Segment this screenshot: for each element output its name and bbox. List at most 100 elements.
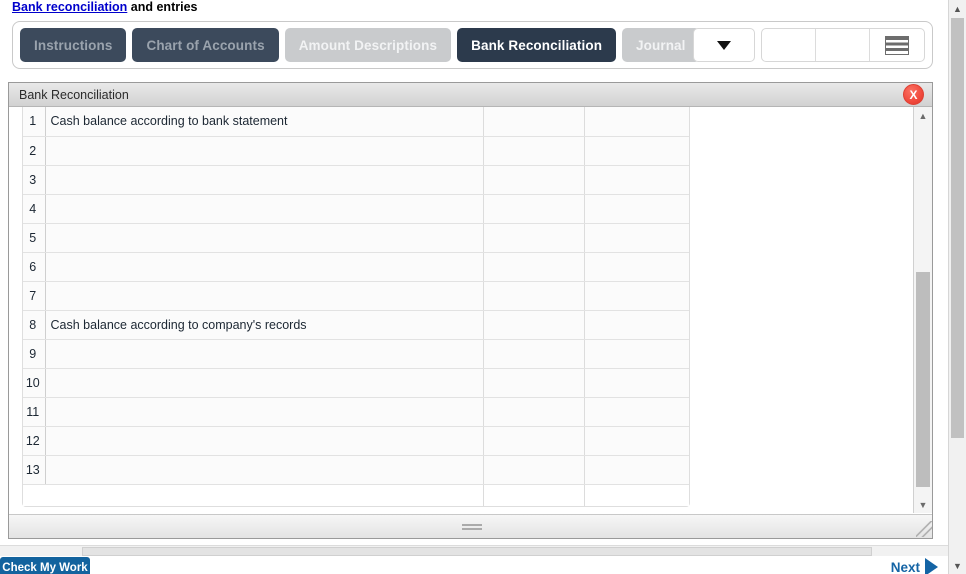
- cell-description[interactable]: [45, 426, 485, 456]
- row-number: 9: [23, 339, 46, 369]
- tab-group: Instructions Chart of Accounts Amount De…: [20, 28, 700, 62]
- page-title-link[interactable]: Bank reconciliation: [12, 0, 127, 14]
- table-row: 13: [23, 455, 689, 485]
- panel-body: 1 Cash balance according to bank statemen…: [9, 107, 932, 538]
- page-title: Bank reconciliation and entries: [12, 0, 197, 14]
- tab-instructions[interactable]: Instructions: [20, 28, 127, 62]
- cell-amount-2[interactable]: [584, 165, 689, 195]
- browser-scroll-up-icon[interactable]: ▲: [949, 0, 966, 17]
- spacer-cell: [483, 484, 586, 506]
- chevron-down-icon: [717, 40, 731, 50]
- table-row: 1 Cash balance according to bank statemen…: [23, 107, 689, 137]
- page-title-rest: and entries: [127, 0, 198, 14]
- row-number: 7: [23, 281, 46, 311]
- toolbar-blank-button-2[interactable]: [816, 29, 870, 61]
- cell-amount-2[interactable]: [584, 107, 689, 137]
- cell-amount-2[interactable]: [584, 455, 689, 485]
- cell-amount-2[interactable]: [584, 368, 689, 398]
- cell-amount-1[interactable]: [483, 223, 586, 253]
- panel-resize-bar[interactable]: [9, 514, 932, 538]
- cell-amount-1[interactable]: [483, 252, 586, 282]
- cell-amount-1[interactable]: [483, 397, 586, 427]
- toolbar-blank-button-1[interactable]: [762, 29, 816, 61]
- spreadsheet-body: 1 Cash balance according to bank statemen…: [23, 107, 689, 506]
- cell-description[interactable]: [45, 281, 485, 311]
- cell-description[interactable]: [45, 368, 485, 398]
- row-number: 12: [23, 426, 46, 456]
- page-hscroll-thumb[interactable]: [82, 547, 872, 556]
- browser-vertical-scrollbar[interactable]: ▲ ▼: [948, 0, 966, 574]
- next-button-label: Next: [890, 559, 920, 574]
- panel-titlebar: Bank Reconciliation X: [9, 83, 932, 107]
- table-spacer-row: [23, 484, 689, 506]
- tab-chart-of-accounts[interactable]: Chart of Accounts: [132, 28, 279, 62]
- cell-amount-1[interactable]: [483, 165, 586, 195]
- cell-description[interactable]: [45, 136, 485, 166]
- arrow-right-icon: [925, 558, 938, 574]
- cell-description[interactable]: [45, 223, 485, 253]
- cell-description[interactable]: [45, 194, 485, 224]
- cell-amount-2[interactable]: [584, 281, 689, 311]
- table-row: 12: [23, 426, 689, 456]
- table-row: 7: [23, 281, 689, 311]
- tab-bar: Instructions Chart of Accounts Amount De…: [12, 21, 933, 69]
- check-my-work-button[interactable]: Check My Work: [0, 557, 90, 574]
- cell-amount-1[interactable]: [483, 426, 586, 456]
- panel-vertical-scrollbar[interactable]: ▲ ▼: [913, 107, 932, 513]
- close-icon[interactable]: X: [903, 84, 924, 105]
- cell-amount-1[interactable]: [483, 339, 586, 369]
- cell-amount-2[interactable]: [584, 194, 689, 224]
- cell-description[interactable]: Cash balance according to company's reco…: [45, 310, 485, 340]
- cell-amount-2[interactable]: [584, 310, 689, 340]
- cell-amount-2[interactable]: [584, 136, 689, 166]
- cell-description[interactable]: [45, 165, 485, 195]
- app-screen: Bank reconciliation and entries Instruct…: [0, 0, 966, 574]
- table-row: 6: [23, 252, 689, 282]
- spacer-cell: [45, 484, 485, 506]
- cell-amount-2[interactable]: [584, 397, 689, 427]
- cell-amount-1[interactable]: [483, 194, 586, 224]
- resize-corner-icon[interactable]: [916, 521, 932, 537]
- cell-description[interactable]: Cash balance according to bank statement: [45, 107, 485, 137]
- cell-description[interactable]: [45, 397, 485, 427]
- scroll-down-arrow-icon[interactable]: ▼: [914, 496, 932, 513]
- row-number: 11: [23, 397, 46, 427]
- next-button[interactable]: Next: [891, 558, 938, 574]
- cell-amount-1[interactable]: [483, 368, 586, 398]
- browser-scroll-thumb[interactable]: [951, 18, 964, 438]
- page-horizontal-scrollbar[interactable]: [0, 545, 948, 556]
- tab-amount-descriptions[interactable]: Amount Descriptions: [284, 28, 452, 62]
- toolbar-controls: [693, 28, 925, 62]
- cell-amount-1[interactable]: [483, 107, 586, 137]
- table-row: 11: [23, 397, 689, 427]
- table-row: 9: [23, 339, 689, 369]
- cell-amount-2[interactable]: [584, 426, 689, 456]
- cell-amount-2[interactable]: [584, 223, 689, 253]
- cell-amount-1[interactable]: [483, 455, 586, 485]
- cell-amount-1[interactable]: [483, 136, 586, 166]
- row-number: 3: [23, 165, 46, 195]
- cell-description[interactable]: [45, 252, 485, 282]
- toolbar-button-group: [761, 28, 925, 62]
- spreadsheet: 1 Cash balance according to bank statemen…: [22, 107, 690, 507]
- cell-amount-2[interactable]: [584, 339, 689, 369]
- cell-amount-2[interactable]: [584, 252, 689, 282]
- scroll-thumb[interactable]: [916, 272, 930, 487]
- toolbar-menu-button[interactable]: [870, 29, 924, 61]
- cell-description[interactable]: [45, 455, 485, 485]
- cell-description[interactable]: [45, 339, 485, 369]
- table-row: 2: [23, 136, 689, 166]
- scroll-up-arrow-icon[interactable]: ▲: [914, 107, 932, 124]
- cell-amount-1[interactable]: [483, 281, 586, 311]
- tab-journal[interactable]: Journal: [622, 28, 700, 62]
- table-row: 10: [23, 368, 689, 398]
- tab-bank-reconciliation[interactable]: Bank Reconciliation: [457, 28, 617, 62]
- row-number: 6: [23, 252, 46, 282]
- browser-scroll-down-icon[interactable]: ▼: [949, 557, 966, 574]
- row-number: 4: [23, 194, 46, 224]
- toolbar-dropdown-button[interactable]: [693, 28, 755, 62]
- table-row: 3: [23, 165, 689, 195]
- cell-amount-1[interactable]: [483, 310, 586, 340]
- table-row: 8 Cash balance according to company's rec…: [23, 310, 689, 340]
- table-row: 4: [23, 194, 689, 224]
